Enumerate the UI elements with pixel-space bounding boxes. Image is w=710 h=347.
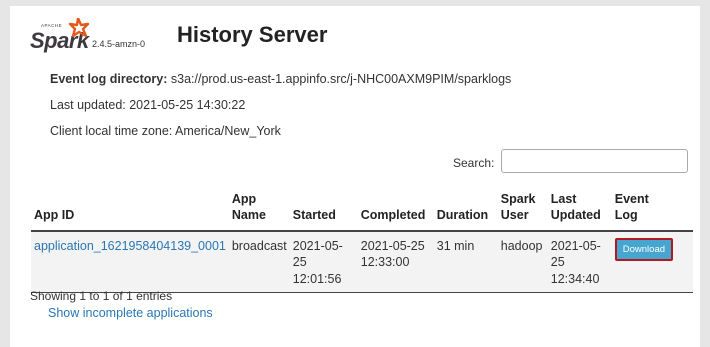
logo-spark-text: Spark xyxy=(30,28,91,53)
event-log-value: s3a://prod.us-east-1.appinfo.src/j-NHC00… xyxy=(170,72,512,86)
app-id-link[interactable]: application_1621958404139_0001 xyxy=(34,239,226,253)
download-button[interactable]: Download xyxy=(614,237,674,261)
spark-star-icon xyxy=(68,18,90,38)
entries-info: Showing 1 to 1 of 1 entries xyxy=(30,289,173,303)
search-input[interactable] xyxy=(501,149,688,173)
event-log-directory: Event log directory: s3a://prod.us-east-… xyxy=(50,72,511,86)
last-updated: Last updated: 2021-05-25 14:30:22 xyxy=(50,98,246,112)
cell-last-updated: 2021-05-25 12:34:40 xyxy=(547,230,612,294)
event-log-label: Event log directory: xyxy=(50,72,168,86)
spark-version: 2.4.5-amzn-0 xyxy=(92,39,146,49)
cell-event-log: Download xyxy=(611,230,693,294)
column-header-duration[interactable]: Duration xyxy=(433,187,498,232)
show-incomplete-link[interactable]: Show incomplete applications xyxy=(48,306,213,320)
column-header-app-name[interactable]: App Name xyxy=(228,187,290,232)
column-header-event-log[interactable]: Event Log xyxy=(611,187,693,232)
client-timezone: Client local time zone: America/New_York xyxy=(50,124,281,138)
applications-table: App ID App Name Started Completed Duratio… xyxy=(31,187,693,294)
cell-app-id: application_1621958404139_0001 xyxy=(31,230,229,294)
cell-spark-user: hadoop xyxy=(497,230,548,294)
column-header-last-updated[interactable]: Last Updated xyxy=(547,187,612,232)
cell-completed: 2021-05-25 12:33:00 xyxy=(357,230,434,294)
column-header-spark-user[interactable]: Spark User xyxy=(497,187,548,232)
cell-app-name: broadcast xyxy=(228,230,290,294)
column-header-completed[interactable]: Completed xyxy=(357,187,434,232)
cell-duration: 31 min xyxy=(433,230,498,294)
column-header-app-id[interactable]: App ID xyxy=(31,187,229,232)
table-row: application_1621958404139_0001 broadcast… xyxy=(31,230,693,294)
history-server-page: APACHE Spark 2.4.5-amzn-0 History Server… xyxy=(10,6,700,347)
page-title: History Server xyxy=(177,22,328,47)
cell-started: 2021-05-25 12:01:56 xyxy=(289,230,358,294)
table-header-row: App ID App Name Started Completed Duratio… xyxy=(31,187,693,232)
column-header-started[interactable]: Started xyxy=(289,187,358,232)
search-label: Search: xyxy=(453,156,495,170)
